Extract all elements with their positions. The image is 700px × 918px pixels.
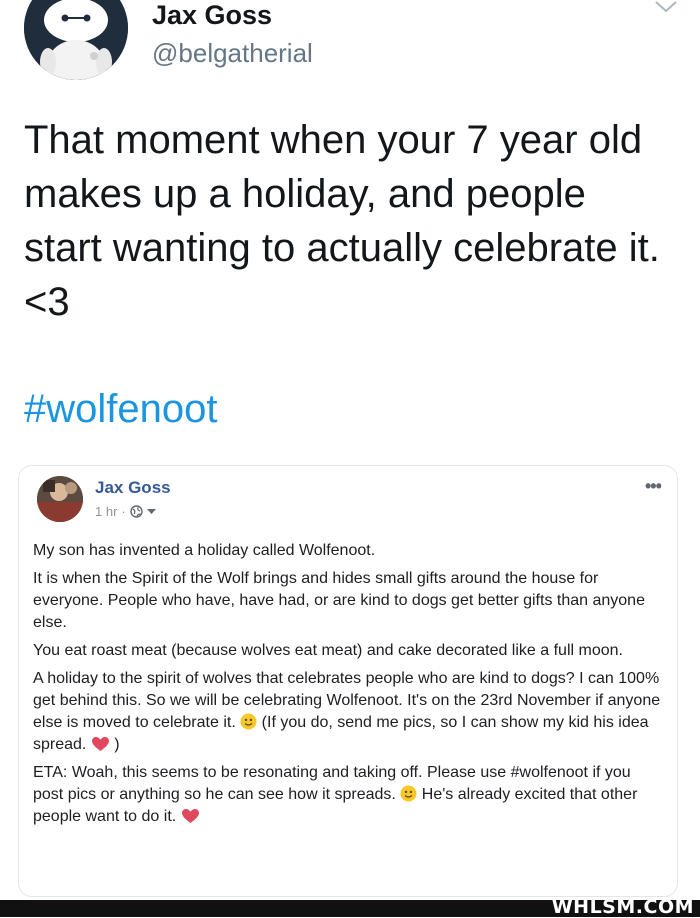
- fb-post-meta: 1 hr ·: [95, 504, 156, 519]
- heart-emoji-icon: [91, 737, 109, 751]
- tweet-text: That moment when your 7 year old makes u…: [24, 118, 660, 324]
- heart-emoji-icon: [181, 809, 199, 823]
- smile-emoji-icon: [400, 785, 417, 802]
- embedded-facebook-post: Jax Goss 1 hr · ••• My son has invented …: [18, 465, 678, 897]
- ellipsis-icon[interactable]: •••: [645, 476, 662, 497]
- fb-author-name[interactable]: Jax Goss: [95, 478, 171, 498]
- fb-paragraph: A holiday to the spirit of wolves that c…: [33, 668, 665, 756]
- fb-text-segment: ): [109, 736, 120, 753]
- watermark-logo: WHLSM.COM: [551, 896, 694, 918]
- chevron-down-icon[interactable]: [654, 0, 678, 14]
- fb-paragraph: It is when the Spirit of the Wolf brings…: [33, 570, 645, 631]
- tweet-hashtag-link[interactable]: #wolfenoot: [24, 382, 217, 436]
- smile-emoji-icon: [240, 713, 257, 730]
- fb-paragraph: ETA: Woah, this seems to be resonating a…: [33, 762, 665, 828]
- fb-paragraph: My son has invented a holiday called Wol…: [33, 542, 376, 559]
- fb-post-body: My son has invented a holiday called Wol…: [33, 540, 665, 834]
- fb-paragraph: You eat roast meat (because wolves eat m…: [33, 642, 623, 659]
- avatar[interactable]: [24, 0, 128, 80]
- robot-mascot-avatar-icon: [24, 0, 128, 80]
- fb-avatar[interactable]: [37, 476, 83, 522]
- globe-icon[interactable]: [130, 505, 143, 518]
- tweet-header: Jax Goss @belgatherial: [0, 0, 700, 90]
- fb-post-time[interactable]: 1 hr: [95, 504, 117, 519]
- caret-down-icon[interactable]: [146, 508, 156, 515]
- profile-photo-icon: [37, 476, 83, 522]
- tweet-author-name[interactable]: Jax Goss: [152, 0, 272, 31]
- meta-separator: ·: [121, 504, 126, 519]
- tweet-author-handle[interactable]: @belgatherial: [152, 38, 313, 69]
